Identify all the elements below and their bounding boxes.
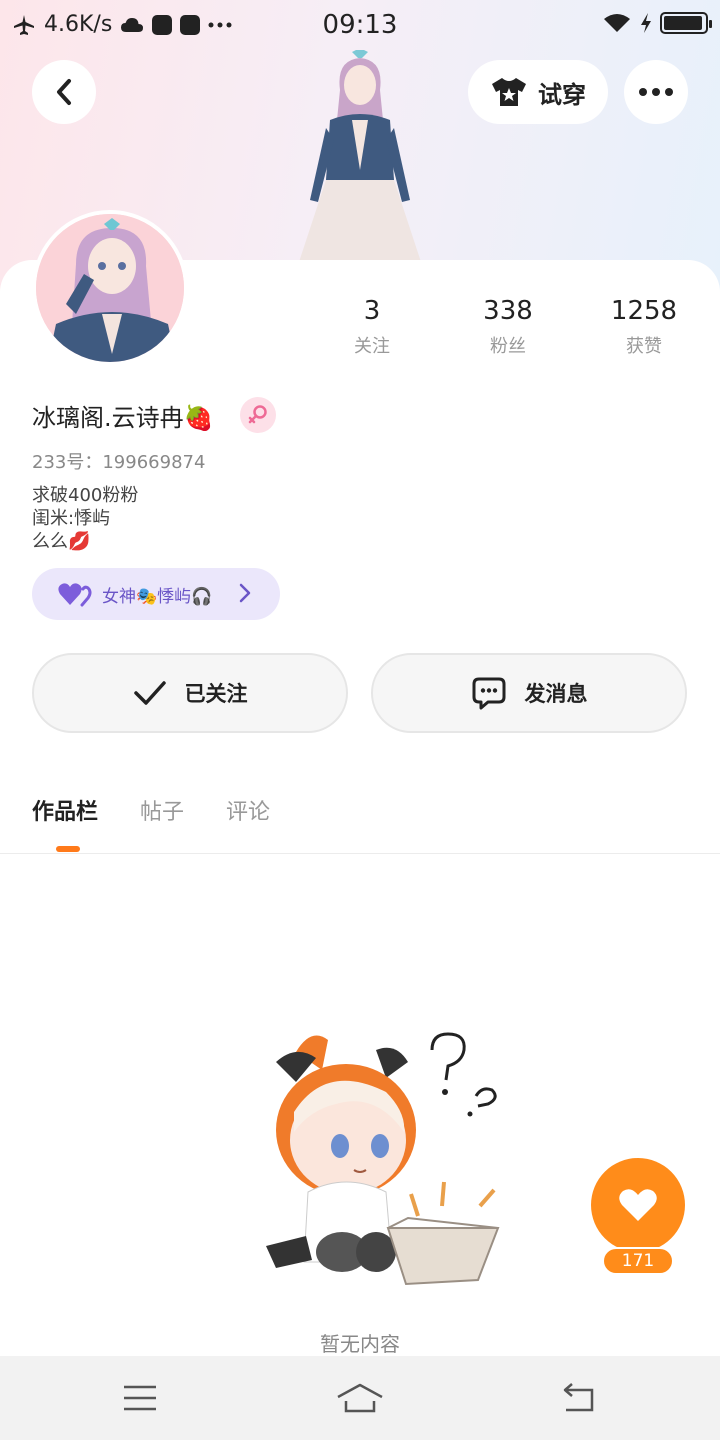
heart-icon bbox=[619, 1189, 657, 1221]
like-button[interactable] bbox=[591, 1158, 685, 1252]
menu-nav-button[interactable] bbox=[110, 1378, 170, 1418]
empty-state-illustration bbox=[266, 1032, 500, 1286]
relation-tag-label: 女神🎭悸屿🎧 bbox=[102, 586, 213, 607]
user-id: 233号：199669874 bbox=[32, 452, 206, 473]
followed-label: 已关注 bbox=[184, 682, 248, 706]
tshirt-icon bbox=[492, 78, 526, 106]
wifi-icon bbox=[602, 12, 632, 34]
try-on-label: 试穿 bbox=[538, 80, 586, 109]
stat-value: 3 bbox=[363, 296, 381, 326]
bio-line: 闺米:悸屿 bbox=[32, 508, 111, 529]
content-tabs: 作品栏 帖子 评论 bbox=[32, 794, 270, 826]
tab-comments[interactable]: 评论 bbox=[226, 794, 270, 826]
stat-label: 粉丝 bbox=[490, 336, 526, 357]
double-heart-icon bbox=[58, 583, 92, 607]
home-nav-button[interactable] bbox=[330, 1378, 390, 1418]
stat-label: 关注 bbox=[354, 336, 390, 357]
empty-state-text: 暂无内容 bbox=[320, 1332, 400, 1356]
stat-fans[interactable]: 338 粉丝 bbox=[448, 296, 568, 358]
avatar-image bbox=[36, 214, 184, 362]
back-nav-button[interactable] bbox=[548, 1378, 608, 1418]
female-gender-icon bbox=[240, 397, 276, 433]
relation-tag[interactable]: 女神🎭悸屿🎧 bbox=[32, 568, 280, 620]
username: 冰璃阁.云诗冉🍓 bbox=[32, 404, 214, 432]
stat-value: 1258 bbox=[610, 296, 678, 326]
more-icon bbox=[639, 88, 673, 96]
bio-line: 么么💋 bbox=[32, 531, 91, 552]
chevron-left-icon bbox=[57, 79, 71, 105]
status-right bbox=[602, 12, 712, 34]
back-button[interactable] bbox=[32, 60, 96, 124]
send-message-label: 发消息 bbox=[524, 682, 588, 706]
system-navigation-bar bbox=[0, 1356, 720, 1440]
character-figure bbox=[298, 50, 422, 265]
active-tab-indicator bbox=[56, 846, 80, 852]
tab-works[interactable]: 作品栏 bbox=[32, 794, 98, 826]
stat-label: 获赞 bbox=[626, 336, 662, 357]
menu-icon bbox=[124, 1385, 156, 1411]
chevron-right-icon bbox=[239, 583, 251, 603]
status-bar: 4.6K/s 09:13 bbox=[0, 0, 720, 50]
send-message-button[interactable]: 发消息 bbox=[371, 653, 687, 733]
charging-icon bbox=[640, 12, 652, 34]
bio: 求破400粉粉 闺米:悸屿 么么💋 bbox=[32, 484, 138, 553]
return-icon bbox=[563, 1383, 594, 1412]
stat-likes[interactable]: 1258 获赞 bbox=[584, 296, 704, 358]
tab-divider bbox=[0, 853, 720, 854]
more-button[interactable] bbox=[624, 60, 688, 124]
battery-icon bbox=[660, 12, 712, 34]
like-count: 171 bbox=[602, 1247, 674, 1275]
stat-following[interactable]: 3 关注 bbox=[312, 296, 432, 358]
tab-posts[interactable]: 帖子 bbox=[140, 794, 184, 826]
chat-bubble-icon bbox=[472, 677, 505, 710]
followed-button[interactable]: 已关注 bbox=[32, 653, 348, 733]
avatar[interactable] bbox=[32, 210, 188, 366]
check-icon bbox=[133, 681, 166, 705]
bio-line: 求破400粉粉 bbox=[32, 485, 139, 506]
home-icon bbox=[337, 1383, 383, 1413]
stat-value: 338 bbox=[483, 296, 533, 326]
try-on-button[interactable]: 试穿 bbox=[468, 60, 608, 124]
